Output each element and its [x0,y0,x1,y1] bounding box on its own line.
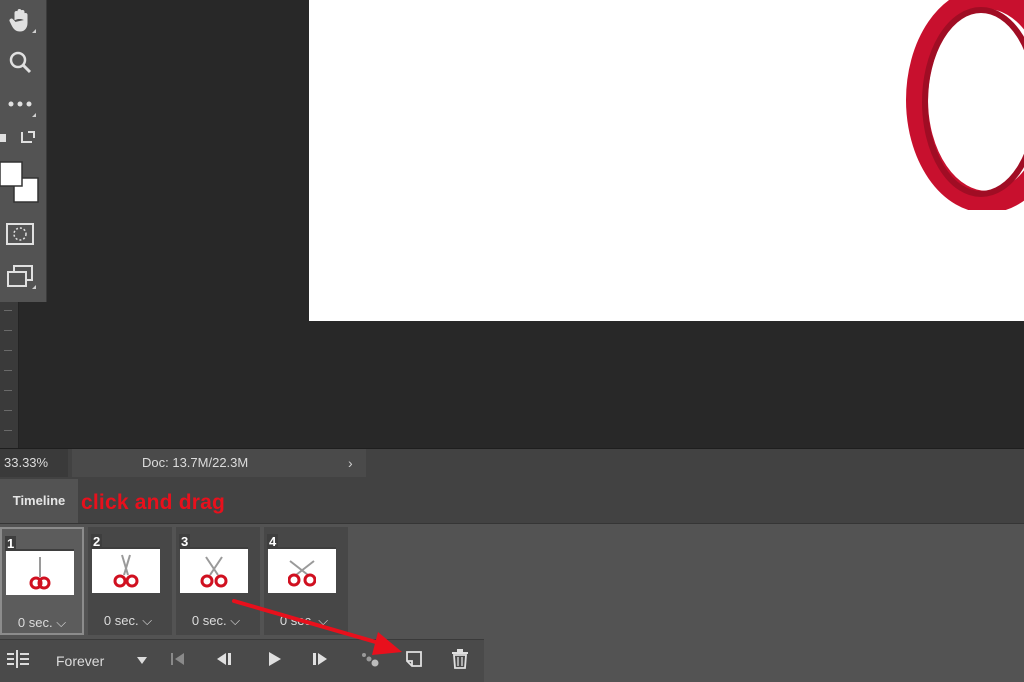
status-bar: 33.33% Doc: 13.7M/22.3M › [0,448,1024,478]
hand-tool-button[interactable] [0,2,40,38]
first-frame-button[interactable] [166,640,190,682]
document-size-label: Doc: 13.7M/22.3M [142,455,249,470]
more-tools-icon [7,99,33,109]
timeline-menu-button[interactable] [4,640,32,682]
tween-icon [360,651,380,672]
screen-mode-button[interactable] [0,258,40,294]
previous-frame-icon [214,652,234,671]
quick-mask-icon [6,223,34,245]
zoom-tool-button[interactable] [0,44,40,80]
animation-frame[interactable]: 4 0 sec. ⌵ [264,527,348,635]
frame-strip: 1 0 sec. ⌵ 2 0 sec. ⌵ 3 0 sec. ⌵ 4 0 sec… [0,527,360,637]
frame-delay-dropdown[interactable]: 0 sec. ⌵ [264,613,344,629]
zoom-icon [7,49,33,75]
vertical-ruler [0,300,19,448]
duplicate-frame-button[interactable] [400,640,428,682]
frame-delay-dropdown[interactable]: 0 sec. ⌵ [2,615,82,631]
frame-thumbnail [268,547,336,593]
frame-delay-dropdown[interactable]: 0 sec. ⌵ [88,613,168,629]
canvas-area[interactable] [0,0,1024,448]
scissors-icon [200,556,228,588]
frame-thumbnail [92,547,160,593]
panel-header: Timeline click and drag [0,477,1024,524]
document-canvas[interactable] [309,0,1024,321]
delete-frame-button[interactable] [446,640,474,682]
timeline-panel: Timeline click and drag 1 0 sec. ⌵ 2 0 s… [0,477,1024,682]
swap-colors-icon [0,128,40,150]
zoom-level-field[interactable]: 33.33% [0,449,68,477]
document-info[interactable]: Doc: 13.7M/22.3M › [72,449,366,477]
chevron-right-icon[interactable]: › [348,449,353,477]
scissors-icon [29,557,51,590]
quick-mask-button[interactable] [0,216,40,252]
play-icon [266,651,282,672]
play-button[interactable] [260,640,288,682]
tools-panel [0,0,47,302]
tween-button[interactable] [356,640,384,682]
frame-delay-dropdown[interactable]: 0 sec. ⌵ [176,613,256,629]
first-frame-icon [170,652,186,671]
frame-thumbnail [6,549,74,595]
loop-options-select[interactable]: Forever [56,640,104,682]
tab-timeline[interactable]: Timeline [0,479,78,523]
foreground-background-colors[interactable] [0,156,40,208]
red-ring-artwork [906,0,1024,210]
chevron-down-icon[interactable] [137,657,147,664]
timeline-menu-icon [7,649,29,673]
more-tools-button[interactable] [0,86,40,122]
hand-icon [7,7,33,33]
frame-thumbnail [180,547,248,593]
trash-icon [451,648,469,674]
animation-frame[interactable]: 3 0 sec. ⌵ [176,527,260,635]
scissors-icon [113,554,139,588]
foreground-background-icon [0,158,40,206]
screen-mode-icon [6,265,34,287]
swap-colors-button[interactable] [0,124,40,154]
next-frame-button[interactable] [306,640,334,682]
previous-frame-button[interactable] [210,640,238,682]
scissors-icon [288,560,316,587]
animation-frame[interactable]: 1 0 sec. ⌵ [0,527,84,635]
animation-frame[interactable]: 2 0 sec. ⌵ [88,527,172,635]
timeline-controls: Forever [0,639,484,682]
duplicate-frame-icon [405,650,423,673]
next-frame-icon [310,652,330,671]
annotation-label: click and drag [81,491,226,514]
